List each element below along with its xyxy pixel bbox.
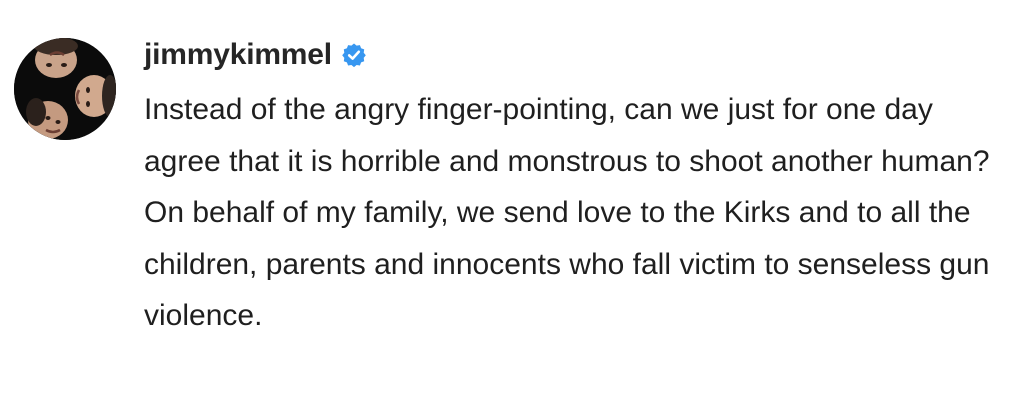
profile-photo-icon [14,38,116,140]
username-row: jimmykimmel [144,33,367,77]
avatar[interactable] [14,38,116,140]
comment-text: Instead of the angry finger-pointing, ca… [144,93,990,332]
username-link[interactable]: jimmykimmel [144,38,332,72]
verified-badge-icon [341,42,367,68]
instagram-comment: jimmykimmel Instead of the angry finger-… [0,0,1024,417]
